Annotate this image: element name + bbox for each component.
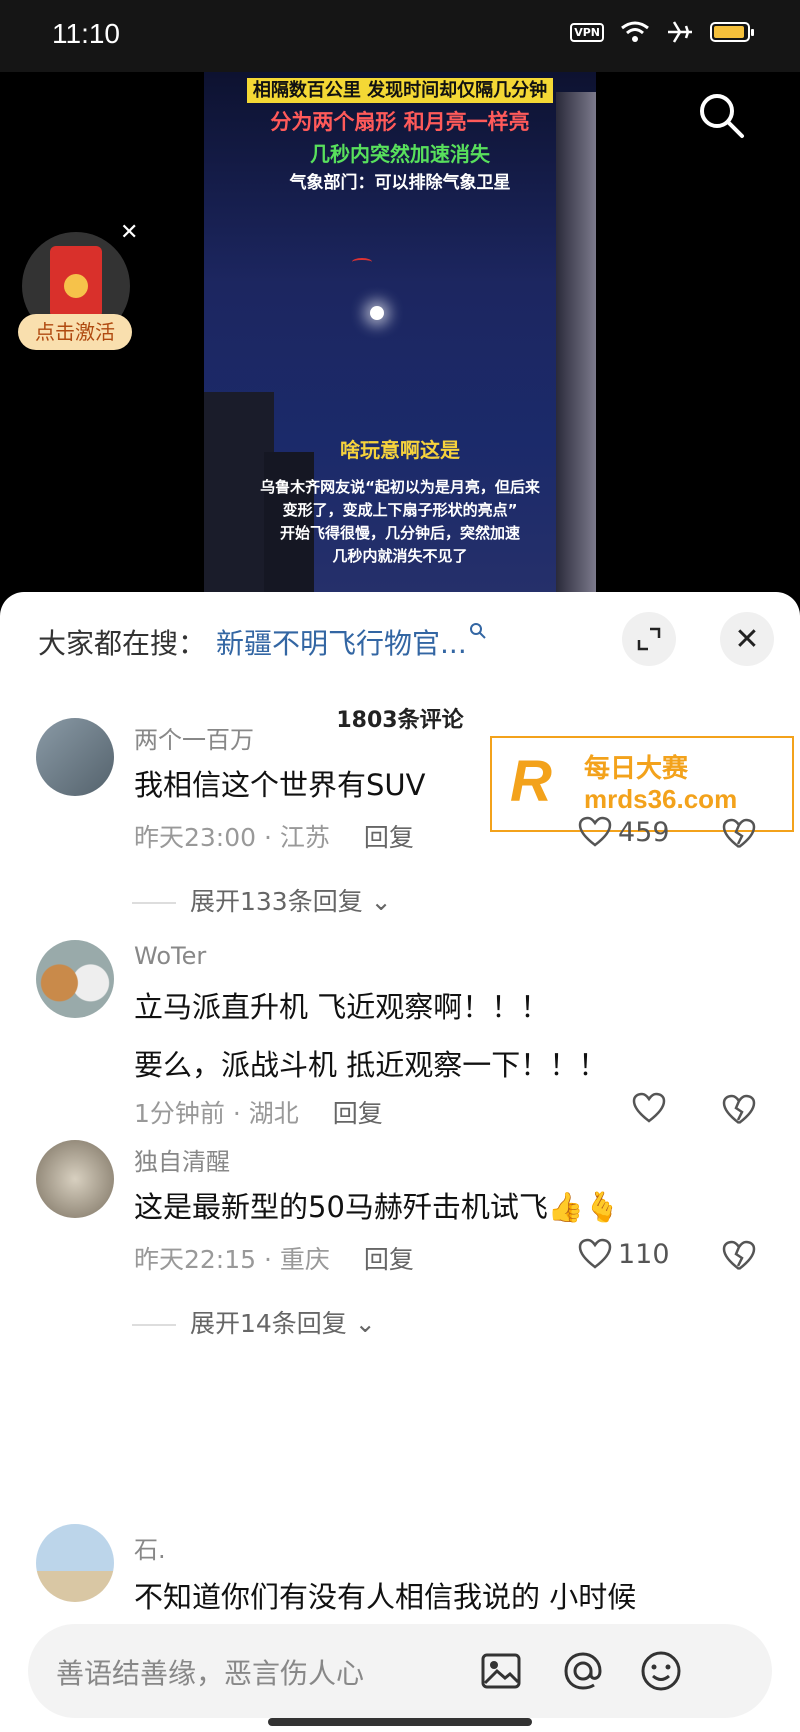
comment-text: 这是最新型的50马赫歼击机试飞👍🫰 (134, 1190, 621, 1224)
ufo-red-light (352, 258, 372, 266)
dislike-icon[interactable] (722, 818, 756, 850)
vpn-icon: VPN (570, 22, 604, 42)
reply-button[interactable]: 回复 (364, 823, 414, 852)
expand-replies-button[interactable]: 展开133条回复 ⌄ (132, 882, 392, 918)
comment-text: 不知道你们有没有人相信我说的 小时候 (134, 1580, 637, 1614)
comment-meta: 1分钟前 · 湖北 回复 (134, 1099, 383, 1128)
video-player[interactable]: 相隔数百公里 发现时间却仅隔几分钟 分为两个扇形 和月亮一样亮 几秒内突然加速消… (0, 72, 800, 602)
wifi-icon (621, 21, 649, 42)
red-packet-label[interactable]: 点击激活 (18, 314, 132, 350)
avatar[interactable] (36, 718, 114, 796)
status-bar: 11:10 VPN (0, 0, 800, 72)
red-packet-close-icon[interactable]: ✕ (120, 220, 138, 245)
chevron-down-icon: ⌄ (362, 887, 392, 916)
expand-replies-button[interactable]: 展开14条回复 ⌄ (132, 1304, 376, 1340)
dislike-icon[interactable] (722, 1094, 756, 1126)
comment-meta: 昨天23:00 · 江苏 回复 (134, 823, 414, 852)
search-icon (700, 94, 744, 138)
comment-sheet: 大家都在搜： 新疆不明飞行物官... ✕ 1803条评论 R 每日大赛 mrds3… (0, 592, 800, 1732)
comment-meta: 昨天22:15 · 重庆 回复 (134, 1245, 414, 1274)
comment-username[interactable]: 两个一百万 (134, 720, 254, 755)
status-time: 11:10 (52, 18, 120, 49)
avatar[interactable] (36, 940, 114, 1018)
video-caption: 气象部门：可以排除气象卫星 (289, 173, 511, 193)
expand-icon (637, 627, 661, 651)
comment-text: 要么，派战斗机 抵近观察一下！！！ (134, 1048, 608, 1082)
comment-text: 我相信这个世界有SUV (134, 768, 426, 802)
comment-text: 立马派直升机 飞近观察啊！！！ (134, 990, 550, 1024)
trending-search-link[interactable]: 新疆不明飞行物官... (216, 627, 467, 660)
battery-icon (710, 22, 754, 42)
like-button[interactable] (632, 1092, 666, 1124)
search-small-icon[interactable] (469, 622, 487, 640)
video-caption: 几秒内突然加速消失 (310, 142, 490, 166)
dislike-icon[interactable] (722, 1240, 756, 1272)
comment-username[interactable]: 石. (134, 1530, 166, 1565)
bright-light (370, 306, 384, 320)
status-icons: VPN (570, 20, 754, 44)
mention-icon[interactable] (560, 1648, 606, 1694)
comment-username[interactable]: WoTer (134, 942, 206, 970)
video-caption: 相隔数百公里 发现时间却仅隔几分钟 (204, 76, 596, 103)
ad-logo: R (510, 749, 552, 814)
chevron-down-icon: ⌄ (346, 1309, 376, 1338)
close-button[interactable]: ✕ (720, 612, 774, 666)
image-icon[interactable] (478, 1648, 524, 1694)
home-indicator (268, 1718, 532, 1726)
red-envelope-icon (50, 246, 102, 318)
emoji-icon[interactable] (638, 1648, 684, 1694)
heart-icon (578, 816, 612, 847)
like-button[interactable]: 459 (578, 816, 670, 848)
video-caption: 啥玩意啊这是 (340, 438, 460, 462)
heart-icon (632, 1092, 666, 1123)
avatar[interactable] (36, 1524, 114, 1602)
comment-count: 1803条评论 (336, 708, 464, 733)
avatar[interactable] (36, 1140, 114, 1218)
like-button[interactable]: 110 (578, 1238, 670, 1270)
comment-input-placeholder: 善语结善缘，恶言伤人心 (56, 1657, 365, 1690)
heart-icon (578, 1238, 612, 1269)
reply-button[interactable]: 回复 (333, 1099, 383, 1128)
close-icon: ✕ (734, 621, 760, 657)
trending-search: 大家都在搜： 新疆不明飞行物官... (38, 622, 487, 662)
comment-username[interactable]: 独自清醒 (134, 1142, 230, 1177)
video-subtitle: 乌鲁木齐网友说“起初以为是月亮，但后来 变形了，变成上下扇子形状的亮点” 开始飞… (260, 478, 540, 565)
video-frame: 相隔数百公里 发现时间却仅隔几分钟 分为两个扇形 和月亮一样亮 几秒内突然加速消… (204, 72, 596, 602)
airplane-icon (668, 21, 692, 43)
video-caption: 分为两个扇形 和月亮一样亮 (270, 110, 530, 134)
reply-button[interactable]: 回复 (364, 1245, 414, 1274)
fullscreen-button[interactable] (622, 612, 676, 666)
comment-input[interactable]: 善语结善缘，恶言伤人心 (28, 1624, 772, 1718)
search-button[interactable] (694, 88, 750, 144)
